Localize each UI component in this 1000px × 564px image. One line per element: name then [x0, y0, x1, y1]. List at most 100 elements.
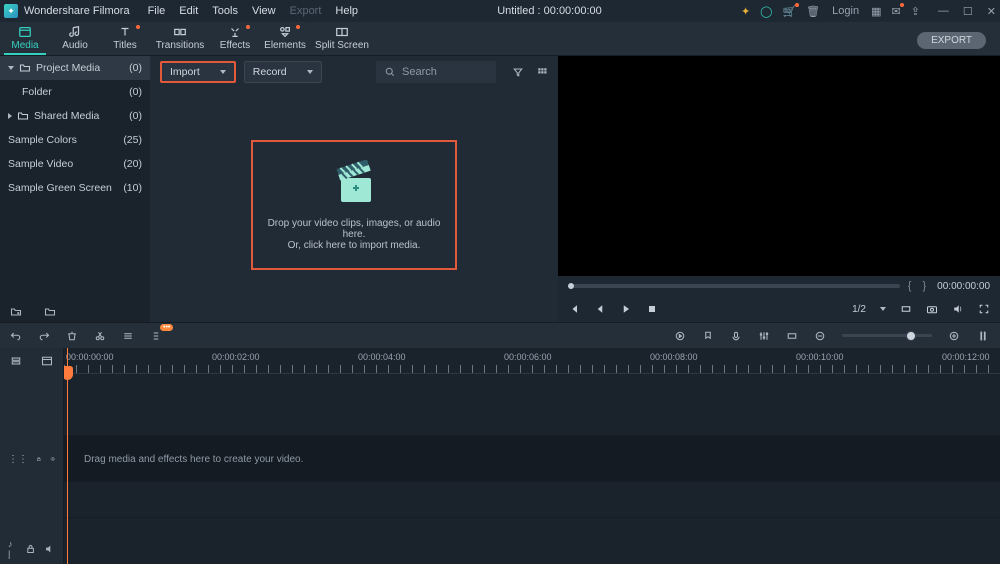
volume-icon[interactable]: [952, 303, 964, 315]
menu-help[interactable]: Help: [335, 5, 358, 17]
tab-audio[interactable]: Audio: [50, 21, 100, 55]
trash-icon[interactable]: 🗑: [806, 5, 820, 18]
login-button[interactable]: Login: [832, 5, 859, 17]
drop-text-1: Drop your video clips, images, or audio …: [259, 218, 449, 240]
render-icon[interactable]: [674, 330, 686, 342]
lock-icon[interactable]: [25, 543, 36, 555]
delete-icon[interactable]: [66, 330, 78, 342]
zoom-fit-icon[interactable]: [976, 329, 990, 343]
sidebar-item-sample-colors[interactable]: Sample Colors (25): [0, 128, 150, 152]
visibility-icon[interactable]: [50, 453, 56, 465]
window-controls: — ☐ ✕: [938, 5, 996, 18]
search-placeholder: Search: [402, 66, 437, 78]
sidebar-item-count: (0): [129, 110, 142, 122]
sidebar-item-label: Sample Video: [8, 158, 73, 170]
cart-icon[interactable]: 🛒: [782, 5, 796, 18]
caret-down-icon[interactable]: [880, 307, 886, 311]
prev-frame-icon[interactable]: [568, 303, 580, 315]
tab-transitions-label: Transitions: [156, 40, 205, 51]
clapperboard-icon: [325, 160, 383, 208]
zoom-out-icon[interactable]: [814, 330, 826, 342]
ruler-mark: 00:00:02:00: [212, 352, 260, 362]
filter-icon[interactable]: [512, 66, 524, 78]
sidebar-item-shared-media[interactable]: Shared Media (0): [0, 104, 150, 128]
title-bar: ✦ Wondershare Filmora File Edit Tools Vi…: [0, 0, 1000, 22]
tab-split-screen[interactable]: Split Screen: [310, 21, 374, 55]
sidebar-item-project-media[interactable]: Project Media (0): [0, 56, 150, 80]
track-row[interactable]: [64, 374, 1000, 436]
timeline-ruler[interactable]: 00:00:00:0000:00:02:0000:00:04:0000:00:0…: [64, 348, 1000, 374]
mark-out-icon[interactable]: }: [922, 280, 929, 292]
tab-media[interactable]: Media: [0, 21, 50, 55]
support-icon[interactable]: ◯: [760, 5, 772, 18]
new-folder-icon[interactable]: [10, 306, 22, 318]
sidebar-item-sample-video[interactable]: Sample Video (20): [0, 152, 150, 176]
mute-icon[interactable]: [44, 543, 55, 555]
stop-icon[interactable]: [646, 303, 658, 315]
marker-add-icon[interactable]: [702, 330, 714, 342]
zoom-slider[interactable]: [842, 334, 932, 337]
maximize-button[interactable]: ☐: [963, 5, 973, 18]
edit-tools-icon[interactable]: [122, 330, 134, 342]
mixer-icon[interactable]: [758, 330, 770, 342]
caret-down-icon: [307, 70, 313, 74]
tab-transitions[interactable]: Transitions: [150, 21, 210, 55]
sidebar-item-folder[interactable]: Folder (0): [0, 80, 150, 104]
caret-down-icon: [8, 66, 14, 70]
track-handle-icon[interactable]: ⋮⋮: [8, 454, 28, 465]
menu-tools[interactable]: Tools: [212, 5, 238, 17]
close-button[interactable]: ✕: [987, 5, 996, 18]
fullscreen-icon[interactable]: [978, 303, 990, 315]
sidebar-item-sample-green[interactable]: Sample Green Screen (10): [0, 176, 150, 200]
document-title: Untitled : 00:00:00:00: [358, 5, 741, 17]
tab-titles[interactable]: Titles: [100, 21, 150, 55]
timeline-tracks[interactable]: 00:00:00:0000:00:02:0000:00:04:0000:00:0…: [64, 348, 1000, 564]
sidebar-item-label: Sample Colors: [8, 134, 77, 146]
drop-text-2: Or, click here to import media.: [259, 240, 449, 251]
split-clip-icon[interactable]: [94, 330, 106, 342]
play-back-icon[interactable]: [594, 303, 606, 315]
undo-icon[interactable]: [10, 330, 22, 342]
play-icon[interactable]: [620, 303, 632, 315]
track-row[interactable]: [64, 482, 1000, 518]
sidebar-item-label: Project Media: [36, 62, 100, 74]
main-video-track[interactable]: Drag media and effects here to create yo…: [64, 436, 1000, 482]
quality-icon[interactable]: [900, 303, 912, 315]
workspace-tabs: Media Audio Titles Transitions Effects E…: [0, 22, 1000, 56]
menu-view[interactable]: View: [252, 5, 276, 17]
manage-tracks-icon[interactable]: [10, 355, 22, 367]
tab-elements[interactable]: Elements: [260, 21, 310, 55]
preview-zoom-label[interactable]: 1/2: [852, 304, 866, 315]
minimize-button[interactable]: —: [938, 5, 949, 18]
crop-icon[interactable]: [786, 330, 798, 342]
snapshot-icon[interactable]: [926, 303, 938, 315]
message-icon[interactable]: ✉: [891, 5, 900, 18]
premium-icon[interactable]: ✦: [741, 5, 750, 18]
export-button[interactable]: EXPORT: [917, 32, 986, 49]
menu-file[interactable]: File: [148, 5, 166, 17]
menu-edit[interactable]: Edit: [179, 5, 198, 17]
seek-track[interactable]: [568, 284, 900, 288]
account-icon[interactable]: ⇪: [911, 5, 920, 18]
timeline: ⋮⋮ ♪ | 00:00:00:0000:00:02:0000:00:04:00…: [0, 348, 1000, 564]
ruler-mark: 00:00:12:00: [942, 352, 990, 362]
tracks-options-icon[interactable]: [41, 355, 53, 367]
redo-icon[interactable]: [38, 330, 50, 342]
playhead[interactable]: [67, 348, 68, 564]
save-icon[interactable]: ▦: [871, 5, 881, 18]
grid-view-icon[interactable]: [536, 66, 548, 78]
menu-export[interactable]: Export: [290, 5, 322, 17]
open-folder-icon[interactable]: [44, 306, 56, 318]
marker-icon[interactable]: •••: [150, 330, 162, 342]
import-dropdown[interactable]: Import: [160, 61, 236, 83]
lock-icon[interactable]: [36, 453, 42, 465]
tab-effects[interactable]: Effects: [210, 21, 260, 55]
drop-zone[interactable]: Drop your video clips, images, or audio …: [150, 88, 558, 322]
record-dropdown[interactable]: Record: [244, 61, 322, 83]
voiceover-icon[interactable]: [730, 330, 742, 342]
drop-zone-inner: Drop your video clips, images, or audio …: [251, 140, 457, 270]
mark-in-icon[interactable]: {: [908, 280, 915, 292]
search-input[interactable]: Search: [376, 61, 496, 83]
zoom-in-icon[interactable]: [948, 330, 960, 342]
record-label: Record: [253, 66, 287, 78]
